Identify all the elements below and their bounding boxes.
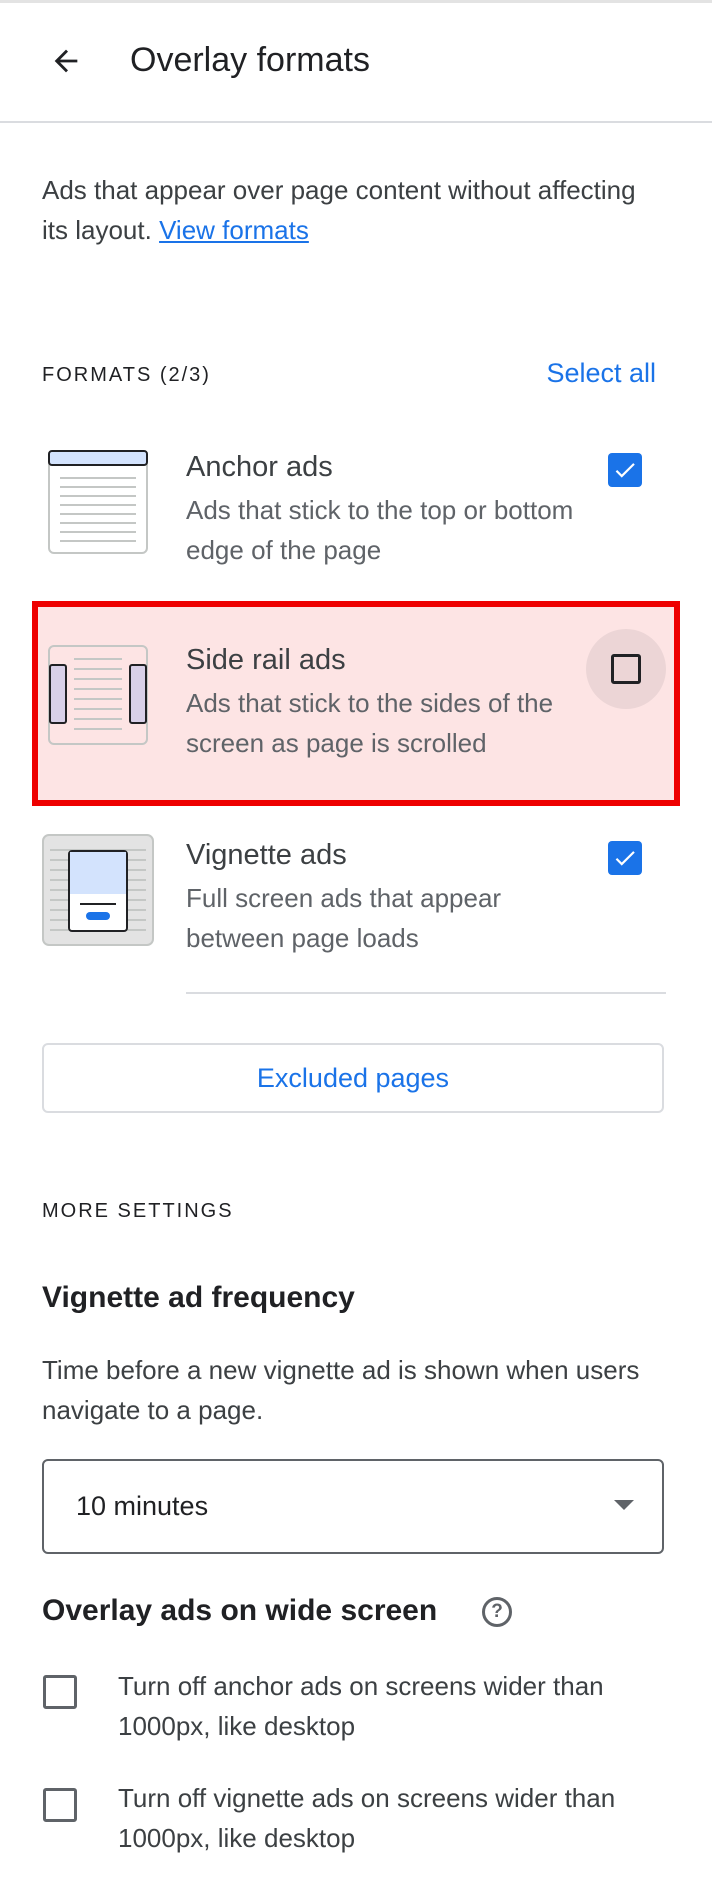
side-rail-ads-description: Ads that stick to the sides of the scree… xyxy=(186,688,554,758)
arrow-back-icon xyxy=(54,49,78,73)
check-icon xyxy=(615,851,635,866)
anchor-ads-checkbox[interactable] xyxy=(608,453,642,487)
anchor-ads-title: Anchor ads xyxy=(186,451,333,483)
select-all-button[interactable]: Select all xyxy=(546,358,656,389)
vignette-wide-screen-label: Turn off vignette ads on screens wider t… xyxy=(118,1783,616,1853)
side-rail-ads-checkbox[interactable] xyxy=(586,629,666,709)
vignette-frequency-title: Vignette ad frequency xyxy=(42,1281,355,1314)
vignette-ads-description: Full screen ads that appear between page… xyxy=(186,883,502,953)
vignette-ads-title: Vignette ads xyxy=(186,839,347,871)
anchor-wide-screen-checkbox[interactable] xyxy=(43,1675,77,1709)
format-row-vignette-ads[interactable]: Vignette ads Full screen ads that appear… xyxy=(32,828,678,1028)
wide-screen-title: Overlay ads on wide screen xyxy=(42,1594,438,1627)
vignette-ads-thumbnail-icon xyxy=(42,834,154,946)
vignette-frequency-value: 10 minutes xyxy=(76,1491,209,1521)
app-header: Overlay formats xyxy=(0,3,712,123)
view-formats-link[interactable]: View formats xyxy=(159,215,309,245)
check-icon xyxy=(615,463,635,478)
format-row-side-rail-ads[interactable]: Side rail ads Ads that stick to the side… xyxy=(32,601,680,806)
side-rail-ads-title: Side rail ads xyxy=(186,644,346,676)
checkbox-unchecked-icon xyxy=(611,654,641,684)
vignette-wide-screen-checkbox[interactable] xyxy=(43,1788,77,1822)
formats-section-label: FORMATS (2/3) xyxy=(42,364,211,386)
anchor-wide-screen-label: Turn off anchor ads on screens wider tha… xyxy=(118,1671,604,1741)
vignette-ads-checkbox[interactable] xyxy=(608,841,642,875)
vignette-frequency-select[interactable]: 10 minutes xyxy=(42,1459,664,1554)
side-rail-ads-thumbnail-icon xyxy=(48,645,148,745)
page-title: Overlay formats xyxy=(130,41,370,79)
anchor-ads-thumbnail-icon xyxy=(48,450,148,554)
anchor-ads-description: Ads that stick to the top or bottom edge… xyxy=(186,495,574,565)
excluded-pages-button[interactable]: Excluded pages xyxy=(42,1043,664,1113)
dropdown-arrow-icon xyxy=(614,1500,634,1510)
intro-description: Ads that appear over page content withou… xyxy=(42,175,636,245)
vignette-frequency-help: Time before a new vignette ad is shown w… xyxy=(42,1355,640,1425)
more-settings-label: MORE SETTINGS xyxy=(42,1200,234,1222)
formats-divider xyxy=(186,992,666,994)
help-icon[interactable]: ? xyxy=(482,1597,512,1627)
intro-text: Ads that appear over page content withou… xyxy=(42,170,642,250)
back-button[interactable] xyxy=(38,33,94,89)
